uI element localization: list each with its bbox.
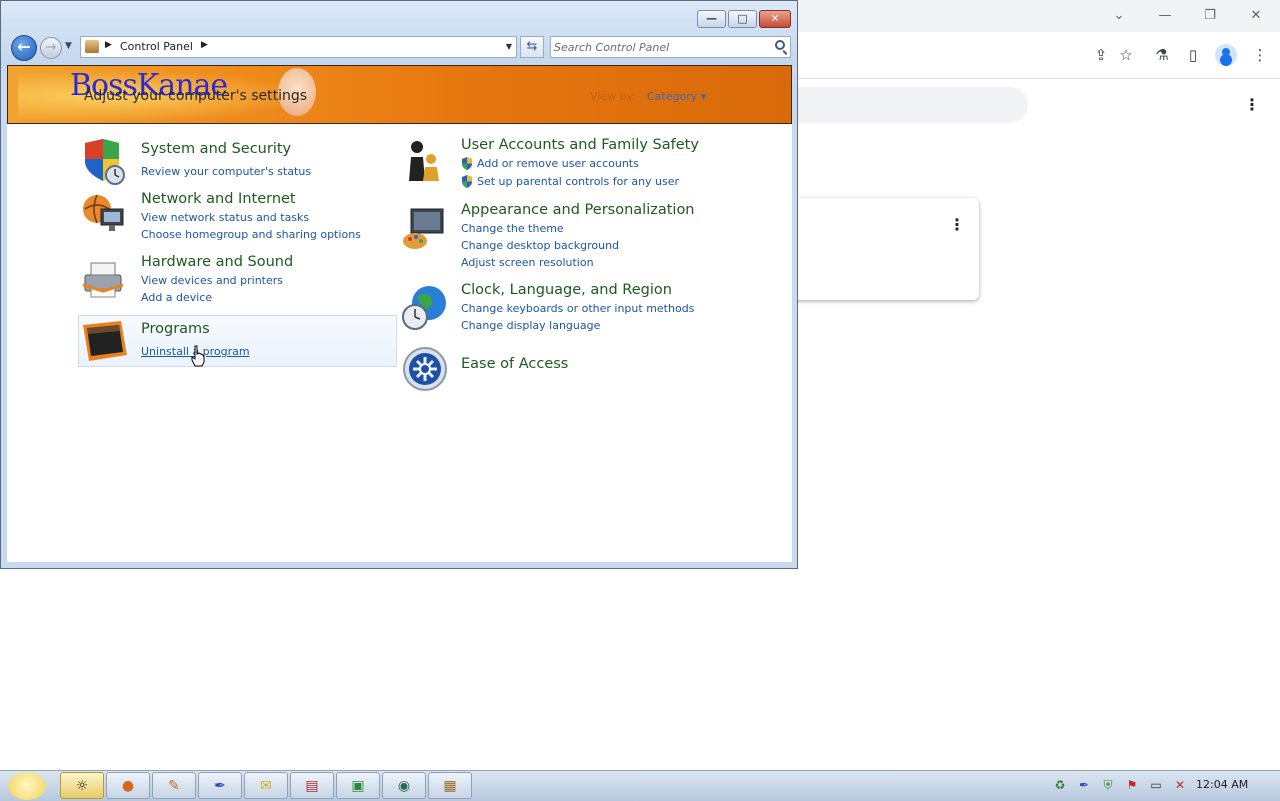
tray-bluetooth-icon[interactable]: ✒ bbox=[1076, 777, 1092, 793]
tray-volume-muted-icon[interactable]: ✕ bbox=[1172, 777, 1188, 793]
uac-shield-icon bbox=[462, 175, 472, 188]
close-button[interactable]: ✕ bbox=[759, 10, 791, 28]
link-view-network-status[interactable]: View network status and tasks bbox=[141, 211, 309, 224]
banner: BossKanae Adjust your computer's setting… bbox=[7, 65, 792, 124]
ease-of-access-icon[interactable] bbox=[401, 345, 449, 393]
taskbar-clock[interactable]: 12:04 AM bbox=[1196, 778, 1248, 791]
page-title: Adjust your computer's settings bbox=[84, 88, 308, 104]
user-accounts-icon[interactable] bbox=[401, 137, 449, 185]
view-by-dropdown[interactable]: Category ▾ bbox=[647, 90, 706, 103]
clock-language-region-icon[interactable] bbox=[401, 283, 449, 331]
link-add-device[interactable]: Add a device bbox=[141, 291, 212, 304]
document-icon: ▤ bbox=[305, 778, 319, 794]
paint-icon: ✎ bbox=[168, 778, 180, 794]
link-change-display-language[interactable]: Change display language bbox=[461, 319, 600, 332]
forward-button[interactable]: → bbox=[40, 37, 62, 59]
network-internet-icon[interactable] bbox=[79, 191, 127, 239]
link-change-theme[interactable]: Change the theme bbox=[461, 222, 564, 235]
maximize-icon: □ bbox=[737, 12, 748, 25]
taskbar-explorer-button[interactable]: ☼ bbox=[60, 772, 104, 799]
back-button[interactable]: ← bbox=[11, 35, 37, 61]
minimize-button[interactable]: — bbox=[697, 10, 726, 28]
taskbar-app-button[interactable]: ✒ bbox=[198, 772, 242, 799]
category-network-and-internet[interactable]: Network and Internet bbox=[141, 191, 296, 207]
system-security-icon[interactable] bbox=[79, 137, 127, 185]
address-bar[interactable]: ▶ Control Panel ▶ ▼ bbox=[80, 36, 517, 58]
link-view-devices-printers[interactable]: View devices and printers bbox=[141, 274, 283, 287]
taskbar-notes-button[interactable]: ✉ bbox=[244, 772, 288, 799]
page-menu-icon[interactable]: ⋮ bbox=[1244, 95, 1260, 115]
hand-cursor-icon bbox=[191, 345, 205, 367]
uac-shield-icon bbox=[462, 157, 472, 170]
chrome-restore-button[interactable]: ❐ bbox=[1200, 6, 1220, 26]
tray-network-icon[interactable]: ♻ bbox=[1052, 777, 1068, 793]
hardware-sound-icon[interactable] bbox=[79, 255, 127, 303]
address-dropdown-icon[interactable]: ▼ bbox=[506, 42, 512, 51]
link-choose-homegroup[interactable]: Choose homegroup and sharing options bbox=[141, 228, 361, 241]
recent-pages-dropdown-icon[interactable]: ▼ bbox=[65, 41, 72, 51]
view-by-label: View by: bbox=[590, 90, 636, 103]
chrome-menu-icon[interactable]: ⋮ bbox=[1249, 44, 1271, 66]
category-ease-of-access[interactable]: Ease of Access bbox=[461, 356, 568, 372]
category-clock-language-region[interactable]: Clock, Language, and Region bbox=[461, 282, 672, 298]
link-review-status[interactable]: Review your computer's status bbox=[141, 165, 311, 178]
tray-security-icon[interactable]: ⛨ bbox=[1100, 777, 1116, 793]
chrome-close-button[interactable]: ✕ bbox=[1246, 6, 1266, 26]
firefox-icon: ● bbox=[121, 778, 135, 794]
category-user-accounts[interactable]: User Accounts and Family Safety bbox=[461, 137, 699, 153]
window-controls: — □ ✕ bbox=[697, 10, 791, 28]
star-icon[interactable]: ☆ bbox=[1115, 44, 1137, 66]
search-icon[interactable] bbox=[775, 40, 785, 50]
labs-icon[interactable]: ⚗ bbox=[1151, 44, 1173, 66]
taskbar-paint-button[interactable]: ✎ bbox=[152, 772, 196, 799]
side-panel-icon[interactable]: ▯ bbox=[1182, 44, 1204, 66]
control-panel-content: BossKanae Adjust your computer's setting… bbox=[7, 65, 792, 562]
taskbar-firefox-button[interactable]: ● bbox=[106, 772, 150, 799]
folder-icon: ☼ bbox=[75, 778, 89, 794]
search-box[interactable] bbox=[550, 36, 791, 58]
tab-search-icon[interactable]: ⌄ bbox=[1109, 6, 1129, 26]
category-appearance-personalization[interactable]: Appearance and Personalization bbox=[461, 202, 695, 218]
maximize-button[interactable]: □ bbox=[728, 10, 757, 28]
link-change-desktop-background[interactable]: Change desktop background bbox=[461, 239, 619, 252]
chrome-minimize-button[interactable]: — bbox=[1155, 6, 1175, 26]
breadcrumb-control-panel[interactable]: Control Panel bbox=[120, 40, 193, 53]
category-hardware-and-sound[interactable]: Hardware and Sound bbox=[141, 254, 293, 270]
chevron-right-icon[interactable]: ▶ bbox=[201, 40, 208, 50]
tray-flag-icon[interactable]: ⚑ bbox=[1124, 777, 1140, 793]
chevron-right-icon[interactable]: ▶ bbox=[105, 40, 112, 50]
window-frame: — □ ✕ ← → ▼ ▶ Control Panel ▶ ▼ ⇆ bbox=[1, 1, 797, 67]
share-icon[interactable]: ⇪ bbox=[1090, 44, 1112, 66]
tray-display-icon[interactable]: ▭ bbox=[1148, 777, 1164, 793]
appearance-personalization-icon[interactable] bbox=[401, 205, 449, 253]
pen-icon: ✒ bbox=[214, 778, 226, 794]
chrome-search-bar[interactable] bbox=[760, 87, 1028, 123]
programs-icon[interactable] bbox=[81, 317, 129, 365]
control-panel-icon: ▦ bbox=[443, 778, 457, 794]
monitor-icon: ▣ bbox=[351, 778, 365, 794]
minimize-icon: — bbox=[706, 12, 717, 25]
close-icon: ✕ bbox=[770, 12, 780, 25]
network-icon: ◉ bbox=[397, 778, 411, 794]
control-panel-icon bbox=[85, 40, 99, 53]
link-change-keyboards[interactable]: Change keyboards or other input methods bbox=[461, 302, 694, 315]
taskbar-monitor-button[interactable]: ▣ bbox=[336, 772, 380, 799]
category-system-and-security[interactable]: System and Security bbox=[141, 141, 291, 157]
search-input[interactable] bbox=[554, 39, 764, 55]
card-menu-icon[interactable]: ⋮ bbox=[949, 215, 965, 235]
notes-icon: ✉ bbox=[260, 778, 272, 794]
taskbar-control-panel-button[interactable]: ▦ bbox=[428, 772, 472, 799]
refresh-button[interactable]: ⇆ bbox=[520, 36, 544, 58]
category-programs[interactable]: Programs bbox=[141, 321, 210, 337]
link-parental-controls[interactable]: Set up parental controls for any user bbox=[477, 175, 679, 188]
link-add-remove-users[interactable]: Add or remove user accounts bbox=[477, 157, 639, 170]
taskbar-document-button[interactable]: ▤ bbox=[290, 772, 334, 799]
start-button[interactable] bbox=[8, 772, 46, 800]
taskbar-network-button[interactable]: ◉ bbox=[382, 772, 426, 799]
link-adjust-resolution[interactable]: Adjust screen resolution bbox=[461, 256, 594, 269]
profile-icon[interactable] bbox=[1215, 44, 1237, 66]
